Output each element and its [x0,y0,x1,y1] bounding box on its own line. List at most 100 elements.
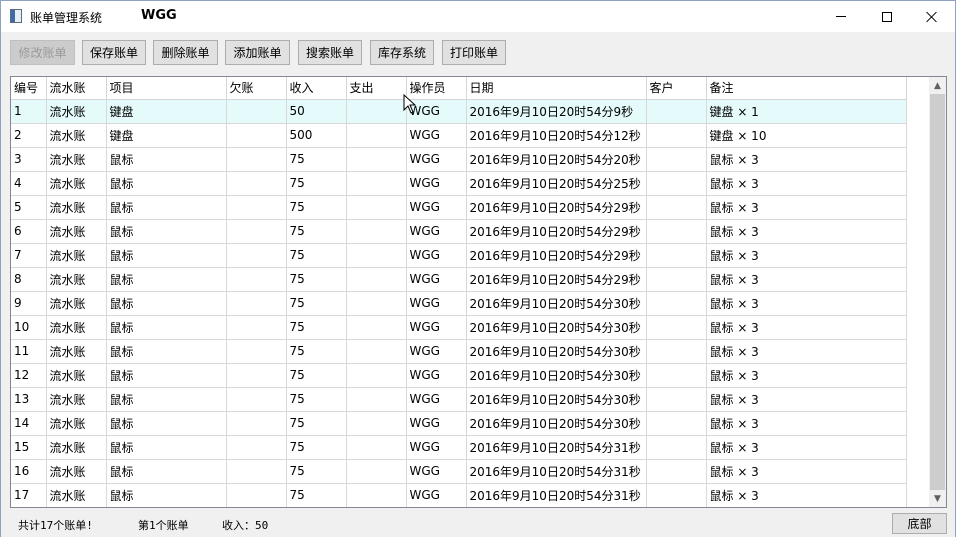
cell-operator[interactable]: WGG [406,291,467,316]
cell-ledger[interactable]: 流水账 [46,411,107,436]
cell-customer[interactable] [646,147,707,172]
cell-note[interactable]: 鼠标 × 3 [706,243,907,268]
cell-item[interactable]: 鼠标 [106,387,227,412]
cell-customer[interactable] [646,339,707,364]
cell-id[interactable]: 16 [11,459,47,484]
cell-date[interactable]: 2016年9月10日20时54分30秒 [466,363,647,388]
inventory-system-button[interactable]: 库存系统 [370,40,434,65]
go-to-bottom-button[interactable]: 底部 [892,513,947,534]
cell-income[interactable]: 75 [286,315,347,340]
cell-customer[interactable] [646,291,707,316]
cell-expense[interactable] [346,483,407,507]
cell-debt[interactable] [226,339,287,364]
cell-note[interactable]: 鼠标 × 3 [706,339,907,364]
scrollbar-thumb[interactable] [930,94,945,490]
cell-expense[interactable] [346,267,407,292]
print-bill-button[interactable]: 打印账单 [442,40,506,65]
cell-debt[interactable] [226,435,287,460]
cell-item[interactable]: 鼠标 [106,339,227,364]
cell-ledger[interactable]: 流水账 [46,459,107,484]
cell-customer[interactable] [646,315,707,340]
cell-id[interactable]: 12 [11,363,47,388]
cell-note[interactable]: 鼠标 × 3 [706,315,907,340]
cell-ledger[interactable]: 流水账 [46,99,107,124]
column-header-debt[interactable]: 欠账 [226,77,287,100]
cell-id[interactable]: 15 [11,435,47,460]
cell-operator[interactable]: WGG [406,219,467,244]
cell-id[interactable]: 17 [11,483,47,507]
cell-id[interactable]: 14 [11,411,47,436]
cell-income[interactable]: 75 [286,363,347,388]
table-row[interactable]: 12 流水账 鼠标 75 WGG 2016年9月10日20时54分30秒 鼠标 × 3 [11,363,907,388]
scroll-up-arrow-icon[interactable]: ▲ [929,77,946,94]
cell-debt[interactable] [226,171,287,196]
cell-debt[interactable] [226,219,287,244]
cell-expense[interactable] [346,99,407,124]
cell-expense[interactable] [346,411,407,436]
delete-bill-button[interactable]: 删除账单 [153,40,218,65]
cell-note[interactable]: 鼠标 × 3 [706,171,907,196]
cell-operator[interactable]: WGG [406,243,467,268]
cell-debt[interactable] [226,147,287,172]
table-row[interactable]: 8 流水账 鼠标 75 WGG 2016年9月10日20时54分29秒 鼠标 × 3 [11,267,907,292]
cell-expense[interactable] [346,435,407,460]
cell-id[interactable]: 4 [11,171,47,196]
table-row[interactable]: 17 流水账 鼠标 75 WGG 2016年9月10日20时54分31秒 鼠标 × 3 [11,483,907,507]
cell-note[interactable]: 鼠标 × 3 [706,411,907,436]
table-row[interactable]: 9 流水账 鼠标 75 WGG 2016年9月10日20时54分30秒 鼠标 × 3 [11,291,907,316]
cell-id[interactable]: 2 [11,123,47,148]
cell-income[interactable]: 75 [286,219,347,244]
cell-operator[interactable]: WGG [406,435,467,460]
minimize-button[interactable] [818,1,864,32]
cell-ledger[interactable]: 流水账 [46,123,107,148]
cell-note[interactable]: 鼠标 × 3 [706,483,907,507]
cell-ledger[interactable]: 流水账 [46,267,107,292]
cell-customer[interactable] [646,219,707,244]
cell-note[interactable]: 鼠标 × 3 [706,387,907,412]
cell-date[interactable]: 2016年9月10日20时54分9秒 [466,99,647,124]
cell-debt[interactable] [226,363,287,388]
cell-operator[interactable]: WGG [406,195,467,220]
table-row[interactable]: 1 流水账 键盘 50 WGG 2016年9月10日20时54分9秒 键盘 × 1 [11,99,907,124]
cell-operator[interactable]: WGG [406,147,467,172]
cell-debt[interactable] [226,195,287,220]
cell-income[interactable]: 75 [286,195,347,220]
cell-date[interactable]: 2016年9月10日20时54分30秒 [466,291,647,316]
cell-income[interactable]: 75 [286,267,347,292]
cell-income[interactable]: 75 [286,339,347,364]
cell-income[interactable]: 75 [286,435,347,460]
cell-note[interactable]: 鼠标 × 3 [706,219,907,244]
table-row[interactable]: 11 流水账 鼠标 75 WGG 2016年9月10日20时54分30秒 鼠标 × 3 [11,339,907,364]
cell-date[interactable]: 2016年9月10日20时54分30秒 [466,411,647,436]
edit-bill-button[interactable]: 修改账单 [10,40,75,65]
cell-customer[interactable] [646,411,707,436]
cell-operator[interactable]: WGG [406,387,467,412]
table-row[interactable]: 2 流水账 键盘 500 WGG 2016年9月10日20时54分12秒 键盘 × 10 [11,123,907,148]
cell-expense[interactable] [346,315,407,340]
cell-id[interactable]: 10 [11,315,47,340]
cell-item[interactable]: 鼠标 [106,315,227,340]
cell-ledger[interactable]: 流水账 [46,339,107,364]
cell-income[interactable]: 75 [286,147,347,172]
cell-item[interactable]: 键盘 [106,99,227,124]
cell-id[interactable]: 3 [11,147,47,172]
cell-date[interactable]: 2016年9月10日20时54分29秒 [466,267,647,292]
table-row[interactable]: 14 流水账 鼠标 75 WGG 2016年9月10日20时54分30秒 鼠标 × 3 [11,411,907,436]
cell-income[interactable]: 75 [286,291,347,316]
cell-customer[interactable] [646,363,707,388]
cell-operator[interactable]: WGG [406,267,467,292]
table-row[interactable]: 16 流水账 鼠标 75 WGG 2016年9月10日20时54分31秒 鼠标 × 3 [11,459,907,484]
cell-expense[interactable] [346,147,407,172]
cell-debt[interactable] [226,99,287,124]
cell-item[interactable]: 鼠标 [106,147,227,172]
cell-debt[interactable] [226,483,287,507]
cell-note[interactable]: 鼠标 × 3 [706,267,907,292]
cell-customer[interactable] [646,171,707,196]
cell-date[interactable]: 2016年9月10日20时54分31秒 [466,483,647,507]
cell-note[interactable]: 鼠标 × 3 [706,195,907,220]
cell-customer[interactable] [646,243,707,268]
cell-expense[interactable] [346,387,407,412]
cell-ledger[interactable]: 流水账 [46,435,107,460]
cell-item[interactable]: 鼠标 [106,435,227,460]
cell-item[interactable]: 鼠标 [106,171,227,196]
